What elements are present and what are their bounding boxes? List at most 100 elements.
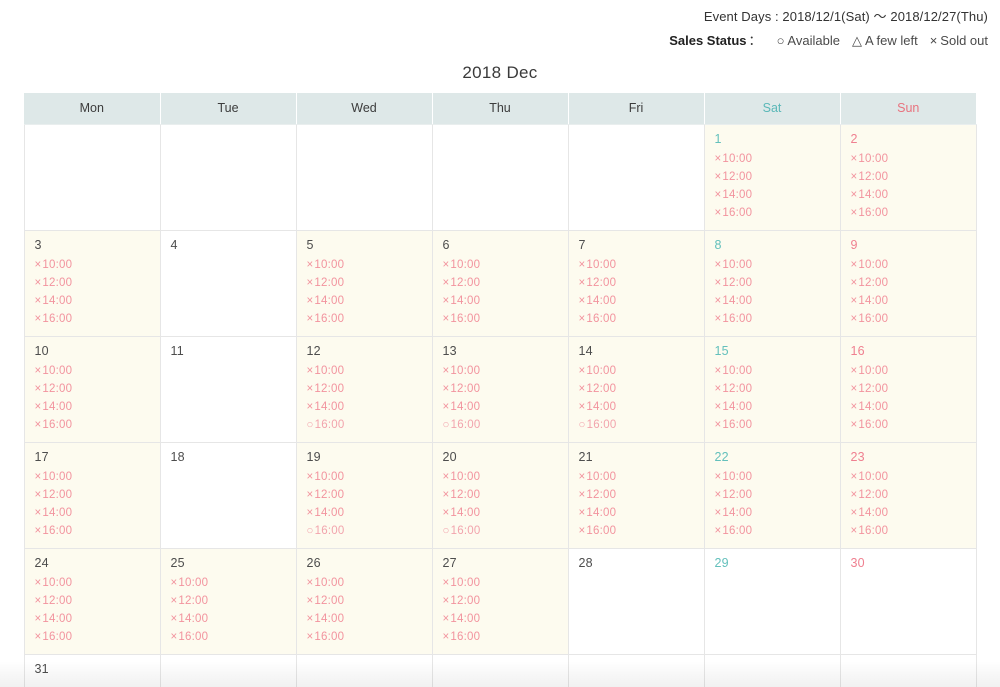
time-slot-1000-soldout[interactable]: ×10:00 bbox=[443, 468, 559, 486]
time-slot-1600-soldout[interactable]: ×16:00 bbox=[35, 416, 151, 434]
time-slot-1200-soldout[interactable]: ×12:00 bbox=[307, 380, 423, 398]
time-slot-1200-soldout[interactable]: ×12:00 bbox=[715, 168, 831, 186]
time-slot-1000-soldout[interactable]: ×10:00 bbox=[35, 362, 151, 380]
time-slot-1200-soldout[interactable]: ×12:00 bbox=[35, 592, 151, 610]
calendar-day-cell-13[interactable]: 13 ×10:00 ×12:00 ×14:00 ○16:00 bbox=[431, 335, 569, 443]
time-slot-1000-soldout[interactable]: ×10:00 bbox=[851, 468, 967, 486]
time-slot-1200-soldout[interactable]: ×12:00 bbox=[851, 274, 967, 292]
calendar-day-cell-20[interactable]: 20 ×10:00 ×12:00 ×14:00 ○16:00 bbox=[431, 441, 569, 549]
time-slot-1600-soldout[interactable]: ×16:00 bbox=[579, 310, 695, 328]
time-slot-1600-soldout[interactable]: ×16:00 bbox=[307, 310, 423, 328]
time-slot-1600-available[interactable]: ○16:00 bbox=[307, 416, 423, 434]
calendar-day-cell-22[interactable]: 22 ×10:00 ×12:00 ×14:00 ×16:00 bbox=[703, 441, 841, 549]
time-slot-1600-soldout[interactable]: ×16:00 bbox=[171, 628, 287, 646]
time-slot-1600-soldout[interactable]: ×16:00 bbox=[443, 628, 559, 646]
time-slot-1600-soldout[interactable]: ×16:00 bbox=[579, 522, 695, 540]
time-slot-1400-soldout[interactable]: ×14:00 bbox=[851, 292, 967, 310]
time-slot-1400-soldout[interactable]: ×14:00 bbox=[307, 610, 423, 628]
time-slot-1400-soldout[interactable]: ×14:00 bbox=[443, 398, 559, 416]
time-slot-1200-soldout[interactable]: ×12:00 bbox=[715, 274, 831, 292]
time-slot-1600-available[interactable]: ○16:00 bbox=[579, 416, 695, 434]
time-slot-1000-soldout[interactable]: ×10:00 bbox=[443, 574, 559, 592]
time-slot-1400-soldout[interactable]: ×14:00 bbox=[715, 504, 831, 522]
time-slot-1200-soldout[interactable]: ×12:00 bbox=[443, 380, 559, 398]
time-slot-1000-soldout[interactable]: ×10:00 bbox=[715, 150, 831, 168]
time-slot-1400-soldout[interactable]: ×14:00 bbox=[35, 504, 151, 522]
calendar-day-cell-24[interactable]: 24 ×10:00 ×12:00 ×14:00 ×16:00 bbox=[23, 547, 161, 655]
time-slot-1200-soldout[interactable]: ×12:00 bbox=[579, 486, 695, 504]
time-slot-1400-soldout[interactable]: ×14:00 bbox=[579, 292, 695, 310]
time-slot-1400-soldout[interactable]: ×14:00 bbox=[851, 186, 967, 204]
time-slot-1000-soldout[interactable]: ×10:00 bbox=[851, 362, 967, 380]
time-slot-1000-soldout[interactable]: ×10:00 bbox=[35, 574, 151, 592]
calendar-day-cell-16[interactable]: 16 ×10:00 ×12:00 ×14:00 ×16:00 bbox=[839, 335, 977, 443]
time-slot-1200-soldout[interactable]: ×12:00 bbox=[35, 380, 151, 398]
time-slot-1600-soldout[interactable]: ×16:00 bbox=[307, 628, 423, 646]
time-slot-1000-soldout[interactable]: ×10:00 bbox=[307, 256, 423, 274]
calendar-day-cell-23[interactable]: 23 ×10:00 ×12:00 ×14:00 ×16:00 bbox=[839, 441, 977, 549]
time-slot-1400-soldout[interactable]: ×14:00 bbox=[307, 292, 423, 310]
time-slot-1200-soldout[interactable]: ×12:00 bbox=[579, 274, 695, 292]
time-slot-1000-soldout[interactable]: ×10:00 bbox=[443, 362, 559, 380]
calendar-day-cell-21[interactable]: 21 ×10:00 ×12:00 ×14:00 ×16:00 bbox=[567, 441, 705, 549]
time-slot-1000-soldout[interactable]: ×10:00 bbox=[851, 256, 967, 274]
time-slot-1000-soldout[interactable]: ×10:00 bbox=[307, 468, 423, 486]
time-slot-1000-soldout[interactable]: ×10:00 bbox=[715, 256, 831, 274]
time-slot-1200-soldout[interactable]: ×12:00 bbox=[171, 592, 287, 610]
time-slot-1200-soldout[interactable]: ×12:00 bbox=[851, 168, 967, 186]
calendar-day-cell-3[interactable]: 3 ×10:00 ×12:00 ×14:00 ×16:00 bbox=[23, 229, 161, 337]
time-slot-1000-soldout[interactable]: ×10:00 bbox=[307, 362, 423, 380]
time-slot-1600-soldout[interactable]: ×16:00 bbox=[443, 310, 559, 328]
time-slot-1000-soldout[interactable]: ×10:00 bbox=[579, 468, 695, 486]
time-slot-1200-soldout[interactable]: ×12:00 bbox=[851, 486, 967, 504]
time-slot-1200-soldout[interactable]: ×12:00 bbox=[307, 592, 423, 610]
time-slot-1400-soldout[interactable]: ×14:00 bbox=[579, 398, 695, 416]
time-slot-1600-soldout[interactable]: ×16:00 bbox=[35, 628, 151, 646]
time-slot-1200-soldout[interactable]: ×12:00 bbox=[35, 486, 151, 504]
time-slot-1600-soldout[interactable]: ×16:00 bbox=[35, 310, 151, 328]
calendar-day-cell-8[interactable]: 8 ×10:00 ×12:00 ×14:00 ×16:00 bbox=[703, 229, 841, 337]
time-slot-1600-soldout[interactable]: ×16:00 bbox=[851, 416, 967, 434]
time-slot-1400-soldout[interactable]: ×14:00 bbox=[443, 292, 559, 310]
time-slot-1000-soldout[interactable]: ×10:00 bbox=[579, 256, 695, 274]
time-slot-1000-soldout[interactable]: ×10:00 bbox=[851, 150, 967, 168]
calendar-day-cell-9[interactable]: 9 ×10:00 ×12:00 ×14:00 ×16:00 bbox=[839, 229, 977, 337]
time-slot-1400-soldout[interactable]: ×14:00 bbox=[579, 504, 695, 522]
calendar-day-cell-10[interactable]: 10 ×10:00 ×12:00 ×14:00 ×16:00 bbox=[23, 335, 161, 443]
time-slot-1600-soldout[interactable]: ×16:00 bbox=[851, 522, 967, 540]
time-slot-1600-soldout[interactable]: ×16:00 bbox=[715, 416, 831, 434]
time-slot-1000-soldout[interactable]: ×10:00 bbox=[35, 468, 151, 486]
time-slot-1400-soldout[interactable]: ×14:00 bbox=[851, 398, 967, 416]
time-slot-1000-soldout[interactable]: ×10:00 bbox=[579, 362, 695, 380]
calendar-day-cell-12[interactable]: 12 ×10:00 ×12:00 ×14:00 ○16:00 bbox=[295, 335, 433, 443]
time-slot-1400-soldout[interactable]: ×14:00 bbox=[171, 610, 287, 628]
time-slot-1600-soldout[interactable]: ×16:00 bbox=[715, 522, 831, 540]
calendar-day-cell-25[interactable]: 25 ×10:00 ×12:00 ×14:00 ×16:00 bbox=[159, 547, 297, 655]
time-slot-1200-soldout[interactable]: ×12:00 bbox=[715, 486, 831, 504]
time-slot-1400-soldout[interactable]: ×14:00 bbox=[715, 398, 831, 416]
calendar-day-cell-14[interactable]: 14 ×10:00 ×12:00 ×14:00 ○16:00 bbox=[567, 335, 705, 443]
time-slot-1200-soldout[interactable]: ×12:00 bbox=[443, 592, 559, 610]
time-slot-1600-soldout[interactable]: ×16:00 bbox=[715, 204, 831, 222]
time-slot-1000-soldout[interactable]: ×10:00 bbox=[307, 574, 423, 592]
time-slot-1400-soldout[interactable]: ×14:00 bbox=[715, 292, 831, 310]
time-slot-1400-soldout[interactable]: ×14:00 bbox=[307, 398, 423, 416]
time-slot-1200-soldout[interactable]: ×12:00 bbox=[443, 486, 559, 504]
time-slot-1400-soldout[interactable]: ×14:00 bbox=[35, 398, 151, 416]
time-slot-1200-soldout[interactable]: ×12:00 bbox=[715, 380, 831, 398]
calendar-day-cell-26[interactable]: 26 ×10:00 ×12:00 ×14:00 ×16:00 bbox=[295, 547, 433, 655]
calendar-day-cell-15[interactable]: 15 ×10:00 ×12:00 ×14:00 ×16:00 bbox=[703, 335, 841, 443]
time-slot-1200-soldout[interactable]: ×12:00 bbox=[579, 380, 695, 398]
time-slot-1600-available[interactable]: ○16:00 bbox=[443, 416, 559, 434]
time-slot-1400-soldout[interactable]: ×14:00 bbox=[307, 504, 423, 522]
calendar-day-cell-6[interactable]: 6 ×10:00 ×12:00 ×14:00 ×16:00 bbox=[431, 229, 569, 337]
time-slot-1000-soldout[interactable]: ×10:00 bbox=[35, 256, 151, 274]
time-slot-1600-soldout[interactable]: ×16:00 bbox=[715, 310, 831, 328]
time-slot-1000-soldout[interactable]: ×10:00 bbox=[715, 362, 831, 380]
calendar-day-cell-19[interactable]: 19 ×10:00 ×12:00 ×14:00 ○16:00 bbox=[295, 441, 433, 549]
calendar-day-cell-17[interactable]: 17 ×10:00 ×12:00 ×14:00 ×16:00 bbox=[23, 441, 161, 549]
time-slot-1400-soldout[interactable]: ×14:00 bbox=[715, 186, 831, 204]
time-slot-1600-available[interactable]: ○16:00 bbox=[307, 522, 423, 540]
time-slot-1600-soldout[interactable]: ×16:00 bbox=[851, 204, 967, 222]
time-slot-1400-soldout[interactable]: ×14:00 bbox=[443, 610, 559, 628]
